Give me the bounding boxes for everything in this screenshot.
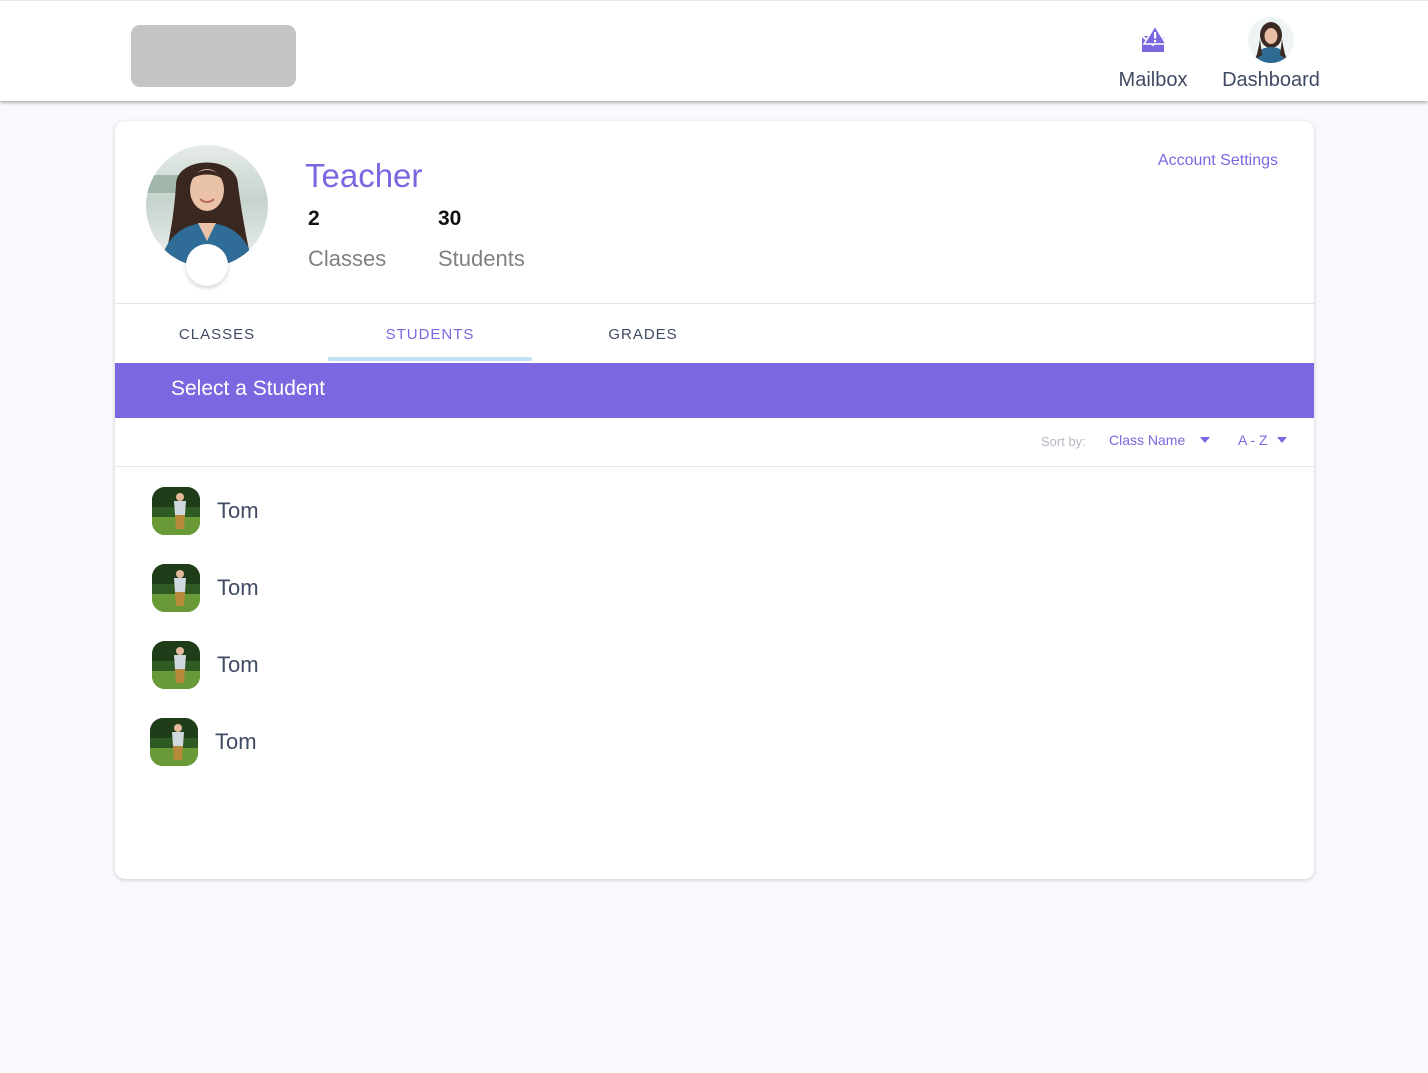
profile-role: Teacher [305, 157, 423, 194]
profile-header: Teacher 2 Classes 30 Students Account Se… [115, 121, 1314, 304]
classes-label: Classes [308, 246, 387, 271]
mailbox-label: Mailbox [1118, 69, 1188, 91]
account-settings-link[interactable]: Account Settings [1158, 152, 1278, 170]
top-navbar: Mailbox Dashboard [0, 0, 1428, 101]
sort-field-value: Class Name [1109, 432, 1186, 448]
sort-label: Sort by: [1041, 434, 1086, 449]
tab-bar: CLASSES STUDENTS GRADES [115, 304, 1314, 364]
student-avatar [152, 487, 200, 535]
tab-grades[interactable]: GRADES [541, 304, 745, 364]
student-row[interactable]: Tom [115, 630, 1314, 700]
student-name: Tom [217, 652, 259, 677]
tab-classes[interactable]: CLASSES [115, 304, 319, 364]
student-name: Tom [217, 575, 259, 600]
profile-card: Teacher 2 Classes 30 Students Account Se… [115, 121, 1314, 879]
sort-field-dropdown[interactable]: Class Name [1109, 432, 1211, 448]
student-row[interactable]: Tom [115, 707, 1314, 777]
caret-down-icon [1200, 437, 1211, 443]
mailbox-warning-icon [1141, 24, 1168, 52]
student-row[interactable]: Tom [115, 476, 1314, 546]
caret-down-icon [1276, 437, 1287, 443]
nav-mailbox[interactable]: Mailbox [1112, 15, 1194, 93]
student-avatar [152, 641, 200, 689]
student-avatar-image [150, 718, 198, 766]
user-avatar [1248, 17, 1294, 63]
student-avatar [152, 564, 200, 612]
student-row[interactable]: Tom [115, 553, 1314, 623]
nav-dashboard[interactable]: Dashboard [1218, 15, 1324, 93]
user-avatar-image [1248, 17, 1294, 63]
photo-edit-badge[interactable] [186, 244, 228, 286]
student-avatar-image [152, 487, 200, 535]
sort-bar: Sort by: Class Name A - Z [115, 418, 1314, 467]
section-header: Select a Student [115, 363, 1314, 418]
active-tab-indicator [328, 357, 532, 361]
dashboard-avatar-wrap [1248, 15, 1294, 65]
mailbox-icon-wrap [1138, 15, 1168, 65]
logo-placeholder[interactable] [131, 25, 296, 87]
dashboard-label: Dashboard [1222, 69, 1320, 91]
tab-students[interactable]: STUDENTS [328, 304, 532, 364]
student-name: Tom [215, 729, 257, 754]
student-avatar-image [152, 641, 200, 689]
students-label: Students [438, 246, 525, 271]
sort-order-dropdown[interactable]: A - Z [1238, 432, 1287, 448]
student-avatar-image [152, 564, 200, 612]
section-title: Select a Student [171, 377, 326, 400]
sort-order-value: A - Z [1238, 432, 1268, 448]
students-count: 30 [438, 207, 462, 230]
student-name: Tom [217, 498, 259, 523]
classes-count: 2 [308, 207, 320, 230]
student-avatar [150, 718, 198, 766]
